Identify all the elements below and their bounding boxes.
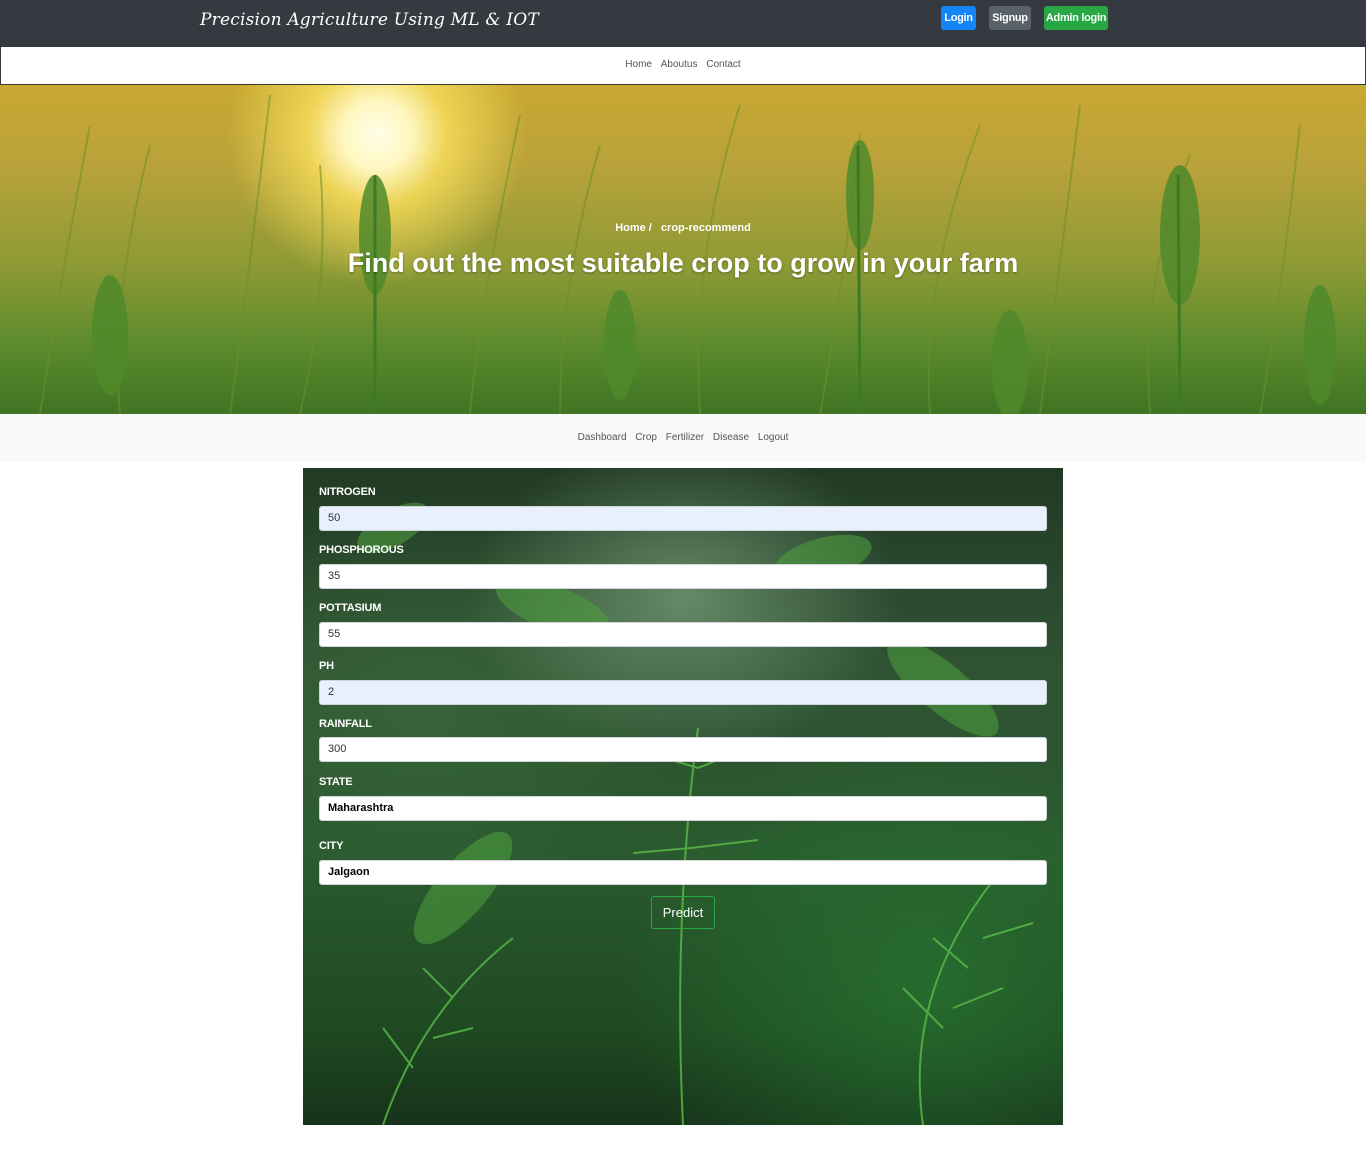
page-title: Find out the most suitable crop to grow … bbox=[347, 248, 1019, 278]
nav-fertilizer-link[interactable]: Fertilizer bbox=[666, 432, 704, 443]
phosphorous-input[interactable]: 35 bbox=[319, 564, 1047, 589]
hero-banner: Home / crop-recommend Find out the most … bbox=[0, 85, 1366, 414]
potassium-label: POTTASIUM bbox=[319, 602, 382, 614]
ph-input[interactable]: 2 bbox=[319, 680, 1047, 705]
city-select[interactable]: Jalgaon bbox=[319, 860, 1047, 885]
crop-recommend-form: NITROGEN 50 PHOSPHOROUS 35 POTTASIUM 55 … bbox=[303, 468, 1063, 1125]
nav-home-link[interactable]: Home bbox=[625, 59, 652, 70]
top-header: Precision Agriculture Using ML & IOT Log… bbox=[0, 0, 1366, 46]
nav-dashboard-link[interactable]: Dashboard bbox=[578, 432, 627, 443]
login-button[interactable]: Login bbox=[941, 6, 976, 30]
breadcrumb: Home / crop-recommend bbox=[0, 222, 1366, 234]
admin-login-button[interactable]: Admin login bbox=[1044, 6, 1108, 30]
nitrogen-input[interactable]: 50 bbox=[319, 506, 1047, 531]
nav-crop-link[interactable]: Crop bbox=[635, 432, 657, 443]
state-label: STATE bbox=[319, 776, 353, 788]
main-nav: Home Aboutus Contact bbox=[0, 46, 1366, 85]
nav-aboutus-link[interactable]: Aboutus bbox=[661, 59, 698, 70]
potassium-input[interactable]: 55 bbox=[319, 622, 1047, 647]
rainfall-input[interactable]: 300 bbox=[319, 737, 1047, 762]
phosphorous-label: PHOSPHOROUS bbox=[319, 544, 404, 556]
nav-contact-link[interactable]: Contact bbox=[706, 59, 740, 70]
rainfall-label: RAINFALL bbox=[319, 718, 372, 730]
nav-disease-link[interactable]: Disease bbox=[713, 432, 749, 443]
predict-button[interactable]: Predict bbox=[651, 896, 715, 929]
breadcrumb-current: crop-recommend bbox=[660, 222, 751, 234]
city-label: CITY bbox=[319, 840, 344, 852]
ph-label: PH bbox=[319, 660, 334, 672]
state-select[interactable]: Maharashtra bbox=[319, 796, 1047, 821]
brand-title[interactable]: Precision Agriculture Using ML & IOT bbox=[200, 10, 539, 30]
breadcrumb-home-link[interactable]: Home / bbox=[615, 222, 652, 234]
nitrogen-label: NITROGEN bbox=[319, 486, 376, 498]
nav-logout-link[interactable]: Logout bbox=[758, 432, 789, 443]
secondary-nav: Dashboard Crop Fertilizer Disease Logout bbox=[0, 414, 1366, 462]
signup-button[interactable]: Signup bbox=[989, 6, 1031, 30]
